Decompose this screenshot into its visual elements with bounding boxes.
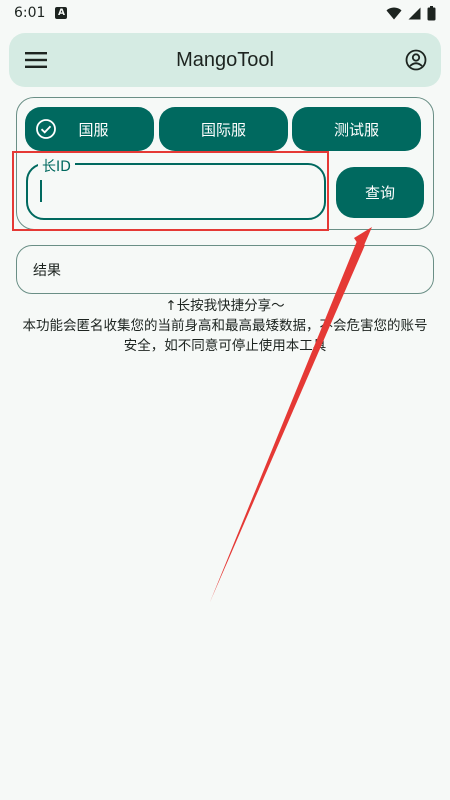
menu-icon — [25, 52, 47, 68]
account-icon — [405, 49, 427, 71]
tab-label: 国际服 — [200, 120, 246, 139]
tab-global-server[interactable]: 国际服 — [159, 107, 288, 151]
status-icons — [386, 5, 436, 21]
text-caret — [40, 180, 42, 202]
tab-test-server[interactable]: 测试服 — [292, 107, 421, 151]
result-label: 结果 — [33, 262, 61, 279]
signal-icon — [408, 7, 421, 19]
result-field[interactable]: 结果 — [16, 245, 434, 294]
tab-label: 测试服 — [333, 120, 379, 139]
long-id-label: 长ID — [38, 156, 75, 176]
tab-cn-server[interactable]: 国服 — [25, 107, 154, 151]
hint-text: ↑长按我快捷分享～ 本功能会匿名收集您的当前身高和最高最矮数据，不会危害您的账号… — [20, 296, 430, 356]
query-button[interactable]: 查询 — [336, 167, 424, 218]
status-time: 6:01 — [14, 5, 46, 21]
top-app-bar: MangoTool — [9, 33, 441, 87]
notification-badge-icon: A — [55, 7, 68, 19]
menu-button[interactable] — [23, 47, 49, 73]
account-button[interactable] — [403, 47, 429, 73]
check-circle-icon — [36, 119, 56, 139]
app-title: MangoTool — [176, 48, 274, 71]
share-hint: ↑长按我快捷分享～ — [165, 298, 285, 314]
query-button-label: 查询 — [364, 184, 395, 202]
wifi-icon — [386, 7, 402, 19]
battery-icon — [427, 5, 436, 20]
tab-label: 国服 — [78, 120, 109, 139]
privacy-notice: 本功能会匿名收集您的当前身高和最高最矮数据，不会危害您的账号安全，如不同意可停止… — [22, 318, 428, 354]
status-bar: 6:01 A — [0, 0, 450, 26]
